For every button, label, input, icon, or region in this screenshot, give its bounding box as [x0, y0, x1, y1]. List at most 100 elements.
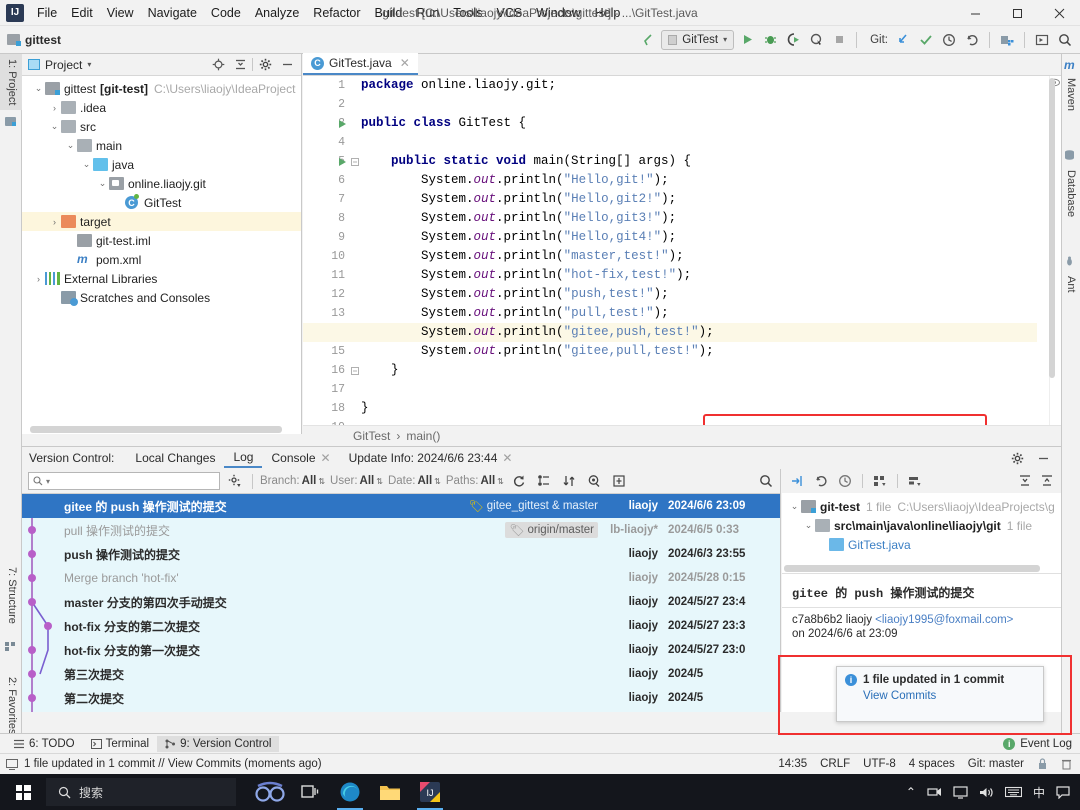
project-tree-node-online-liaojy-git[interactable]: ⌄ online.liaojy.git [22, 174, 301, 193]
cortana-icon[interactable] [250, 774, 290, 810]
run-gutter-icon-line3[interactable] [336, 114, 348, 133]
status-git-branch[interactable]: Git: master [968, 758, 1024, 770]
history-icon[interactable] [835, 471, 855, 491]
status-encoding[interactable]: UTF-8 [863, 758, 896, 770]
line-number-4[interactable]: 4 [303, 133, 350, 152]
project-tree-node-scratches-and-consoles[interactable]: Scratches and Consoles [22, 288, 301, 307]
debug-icon[interactable] [760, 30, 780, 50]
task-view-icon[interactable] [290, 774, 330, 810]
bottom-tab-terminal[interactable]: Terminal [83, 736, 157, 752]
display-icon[interactable] [953, 785, 968, 799]
code-line-4[interactable] [361, 133, 1037, 152]
project-hscrollbar[interactable] [22, 426, 301, 434]
run-with-coverage-icon[interactable] [783, 30, 803, 50]
refresh-icon[interactable] [509, 471, 529, 491]
hide-icon[interactable] [277, 55, 297, 75]
code-line-3[interactable]: public class GitTest { [361, 114, 1037, 133]
menu-edit[interactable]: Edit [64, 3, 100, 23]
show-diff-icon[interactable] [787, 471, 807, 491]
table-row[interactable]: gitee 的 push 操作测试的提交 🏷 gitee_gittest & mas… [22, 494, 780, 518]
code-line-14[interactable]: System.out.println("gitee,push,test!"); [303, 323, 1037, 342]
changed-file-node[interactable]: ⌄ git-test 1 file C:\Users\liaojy\IdeaProje… [782, 497, 1061, 516]
editor-vscrollbar[interactable] [1049, 78, 1055, 418]
tree-expand-arrow[interactable]: ⌄ [32, 83, 45, 94]
network-icon[interactable] [927, 786, 942, 799]
table-row[interactable]: 第一次提交liaojy2024/5 [22, 710, 780, 712]
magnifier-icon[interactable] [756, 471, 776, 491]
close-icon[interactable]: ✕ [321, 451, 331, 465]
line-number-13[interactable]: 13 [303, 304, 350, 323]
tab-log[interactable]: Log [224, 448, 263, 468]
history-clock-icon[interactable] [939, 30, 959, 50]
project-tree-node-java[interactable]: ⌄ java [22, 155, 301, 174]
bottom-tab-version-control[interactable]: 9: Version Control [157, 735, 280, 752]
filter-paths[interactable]: Paths: All ⇅ [446, 475, 504, 487]
gear-icon[interactable] [1007, 448, 1027, 468]
sort-icon[interactable] [559, 471, 579, 491]
table-row[interactable]: 第三次提交 liaojy 2024/5 [22, 662, 780, 686]
lock-icon[interactable] [1037, 758, 1048, 770]
trash-icon[interactable] [1061, 758, 1072, 770]
sidebar-item-database[interactable]: Database [1061, 166, 1080, 221]
sidebar-item-project[interactable]: 1: Project [0, 54, 22, 111]
breadcrumb-class[interactable]: GitTest [353, 429, 390, 443]
chevron-down-icon[interactable]: ▾ [46, 477, 50, 486]
hide-icon[interactable] [1033, 448, 1053, 468]
line-number-12[interactable]: 12 [303, 285, 350, 304]
code-text[interactable]: package online.liaojy.git; public class … [303, 76, 1037, 434]
close-button[interactable] [1038, 0, 1080, 26]
expand-all-icon[interactable] [1015, 471, 1035, 491]
branch-ref-label[interactable]: 🏷 origin/master [505, 522, 598, 538]
table-row[interactable]: Merge branch 'hot-fix' liaojy 2024/5/28 0:… [22, 566, 780, 590]
collapse-all-icon[interactable] [1037, 471, 1057, 491]
project-tree-node-git-test-iml[interactable]: git-test.iml [22, 231, 301, 250]
filter-branch[interactable]: Branch: All ⇅ [260, 475, 325, 487]
back-arrow-icon[interactable] [638, 30, 658, 50]
code-line-8[interactable]: System.out.println("Hello,git3!"); [361, 209, 1037, 228]
event-log-label[interactable]: Event Log [1020, 738, 1072, 750]
branch-ref-label[interactable]: 🏷 gitee_gittest & master [469, 499, 598, 513]
sidebar-item-ant[interactable]: Ant [1061, 272, 1080, 297]
taskbar-search[interactable]: 搜索 [46, 778, 236, 806]
details-hscrollbar[interactable] [782, 565, 1061, 573]
revert-icon[interactable] [811, 471, 831, 491]
code-fold-icon-line5[interactable] [349, 152, 361, 171]
bottom-tab-todo[interactable]: 6: TODO [6, 736, 83, 752]
ime-chinese-icon[interactable]: 中 [1033, 784, 1045, 801]
table-row[interactable]: push 操作测试的提交 liaojy 2024/6/3 23:55 [22, 542, 780, 566]
code-line-7[interactable]: System.out.println("Hello,git2!"); [361, 190, 1037, 209]
line-number-18[interactable]: 18 [303, 399, 350, 418]
menu-refactor[interactable]: Refactor [306, 3, 367, 23]
menu-file[interactable]: File [30, 3, 64, 23]
group-by-directory-icon[interactable] [870, 471, 890, 491]
tree-expand-arrow[interactable]: › [48, 103, 61, 113]
run-icon[interactable] [737, 30, 757, 50]
project-tree-node--idea[interactable]: › .idea [22, 98, 301, 117]
commit-checkmark-icon[interactable] [916, 30, 936, 50]
line-number-16[interactable]: 16 [303, 361, 350, 380]
rollback-icon[interactable] [962, 30, 982, 50]
close-icon[interactable]: ✕ [400, 56, 410, 70]
settings-icon[interactable] [997, 30, 1017, 50]
close-icon[interactable]: ✕ [502, 451, 512, 465]
changed-files-tree[interactable]: ⌄ git-test 1 file C:\Users\liaojy\IdeaProje… [782, 493, 1061, 565]
menu-analyze[interactable]: Analyze [248, 3, 306, 23]
filter-user[interactable]: User: All ⇅ [330, 475, 383, 487]
code-line-13[interactable]: System.out.println("pull,test!"); [361, 304, 1037, 323]
tree-expand-arrow[interactable]: ⌄ [64, 140, 77, 151]
gear-icon[interactable] [255, 55, 275, 75]
code-line-5[interactable]: public static void main(String[] args) { [361, 152, 1037, 171]
edge-icon[interactable] [330, 774, 370, 810]
tab-gittest-java[interactable]: C GitTest.java ✕ [303, 53, 418, 75]
commit-log-list[interactable]: gitee 的 push 操作测试的提交 🏷 gitee_gittest & mas… [22, 493, 780, 712]
project-tree[interactable]: ⌄ gittest [git-test] C:\Users\liaojy\IdeaPr… [22, 76, 301, 307]
project-breadcrumb[interactable]: gittest [7, 33, 61, 47]
sidebar-item-favorites[interactable]: 2: Favorites [0, 672, 22, 739]
line-number-17[interactable]: 17 [303, 380, 350, 399]
table-row[interactable]: master 分支的第四次手动提交 liaojy 2024/5/27 23:4 [22, 590, 780, 614]
table-row[interactable]: hot-fix 分支的第二次提交 liaojy 2024/5/27 23:3 [22, 614, 780, 638]
line-number-2[interactable]: 2 [303, 95, 350, 114]
code-line-11[interactable]: System.out.println("hot-fix,test!"); [361, 266, 1037, 285]
profile-icon[interactable] [806, 30, 826, 50]
tab-local-changes[interactable]: Local Changes [126, 449, 224, 467]
